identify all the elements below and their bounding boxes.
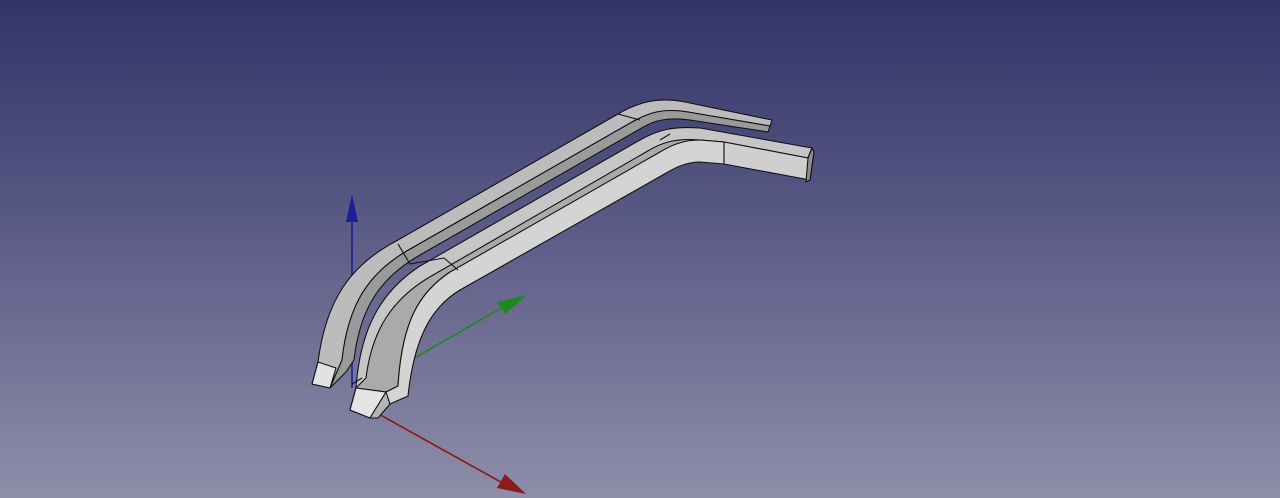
z-axis-arrow-icon [346, 194, 358, 222]
x-axis-arrow-icon [497, 474, 526, 494]
3d-scene[interactable] [0, 0, 1280, 498]
front-rail-top-face [349, 126, 813, 419]
3d-viewport[interactable] [0, 0, 1280, 498]
model-part[interactable] [311, 99, 815, 419]
x-axis-line [374, 411, 509, 487]
y-axis-arrow-icon [497, 295, 527, 314]
